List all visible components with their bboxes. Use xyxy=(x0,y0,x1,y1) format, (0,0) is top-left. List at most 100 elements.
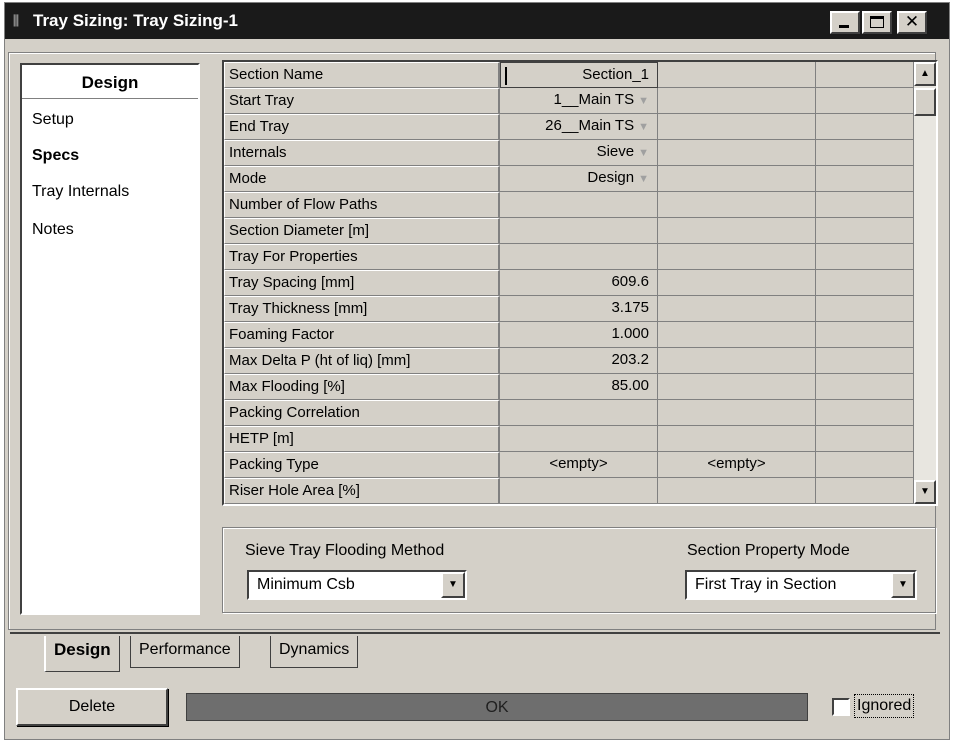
section-3-cell[interactable] xyxy=(816,166,914,192)
table-row: Max Flooding [%] 85.00 xyxy=(224,374,914,400)
property-mode-label: Section Property Mode xyxy=(687,542,850,559)
section-1-cell[interactable]: 1__Main TS ▼ xyxy=(500,88,658,114)
section-2-cell[interactable] xyxy=(658,140,816,166)
section-2-cell[interactable] xyxy=(658,348,816,374)
row-label: Tray For Properties xyxy=(224,244,500,270)
section-3-cell[interactable] xyxy=(816,426,914,452)
section-1-cell[interactable]: 1.000 xyxy=(500,322,658,348)
section-2-cell[interactable] xyxy=(658,426,816,452)
flooding-method-select[interactable]: Minimum Csb ▼ xyxy=(247,570,467,600)
chevron-down-icon[interactable]: ▼ xyxy=(441,572,465,598)
row-label: Section Diameter [m] xyxy=(224,218,500,244)
nav-item-tray-internals[interactable]: Tray Internals xyxy=(32,183,129,201)
section-1-cell[interactable] xyxy=(500,426,658,452)
section-3-cell[interactable] xyxy=(816,62,914,88)
section-1-cell[interactable]: 85.00 xyxy=(500,374,658,400)
nav-heading: Design xyxy=(22,65,198,99)
section-2-cell[interactable] xyxy=(658,296,816,322)
section-2-cell[interactable] xyxy=(658,88,816,114)
row-label: Max Delta P (ht of liq) [mm] xyxy=(224,348,500,374)
section-2-cell[interactable] xyxy=(658,192,816,218)
table-row: Internals Sieve ▼ xyxy=(224,140,914,166)
section-3-cell[interactable] xyxy=(816,374,914,400)
section-1-cell[interactable]: <empty> xyxy=(500,452,658,478)
tab-dynamics[interactable]: Dynamics xyxy=(270,636,359,668)
close-button[interactable]: ✕ xyxy=(897,11,927,34)
minimize-button[interactable] xyxy=(830,11,860,34)
row-label: Mode xyxy=(224,166,500,192)
close-icon: ✕ xyxy=(904,12,920,32)
maximize-button[interactable] xyxy=(862,11,892,34)
nav-item-setup[interactable]: Setup xyxy=(32,111,74,129)
section-1-cell[interactable] xyxy=(500,400,658,426)
table-row: Tray Spacing [mm] 609.6 xyxy=(224,270,914,296)
section-2-cell[interactable] xyxy=(658,218,816,244)
delete-button[interactable]: Delete xyxy=(16,688,168,726)
chevron-down-icon[interactable]: ▼ xyxy=(638,147,649,159)
section-1-cell[interactable]: Sieve ▼ xyxy=(500,140,658,166)
title-bar[interactable]: ⫼ Tray Sizing: Tray Sizing-1 ✕ xyxy=(5,3,949,39)
chevron-down-icon[interactable]: ▼ xyxy=(638,121,649,133)
cell-value: 609.6 xyxy=(611,273,649,290)
maximize-icon xyxy=(870,16,884,28)
section-2-cell[interactable] xyxy=(658,322,816,348)
section-3-cell[interactable] xyxy=(816,218,914,244)
section-2-cell[interactable] xyxy=(658,374,816,400)
section-3-cell[interactable] xyxy=(816,348,914,374)
row-label: Section Name xyxy=(224,62,500,88)
section-3-cell[interactable] xyxy=(816,244,914,270)
section-1-cell[interactable] xyxy=(500,478,658,504)
cell-value: Section_1 xyxy=(582,66,649,83)
vertical-scrollbar[interactable]: ▲ ▼ xyxy=(914,62,936,504)
cell-value: 26__Main TS xyxy=(545,117,635,134)
tab-performance[interactable]: Performance xyxy=(130,636,240,668)
section-2-cell[interactable] xyxy=(658,62,816,88)
ignored-label[interactable]: Ignored xyxy=(854,694,915,718)
cell-value: Design xyxy=(587,169,635,186)
section-1-cell[interactable] xyxy=(500,244,658,270)
property-mode-select[interactable]: First Tray in Section ▼ xyxy=(685,570,917,600)
section-1-cell[interactable]: 609.6 xyxy=(500,270,658,296)
ignored-checkbox[interactable] xyxy=(832,698,850,716)
section-3-cell[interactable] xyxy=(816,400,914,426)
chevron-down-icon[interactable]: ▼ xyxy=(638,173,649,185)
section-1-cell[interactable]: Section_1 xyxy=(500,62,658,88)
section-2-cell[interactable] xyxy=(658,244,816,270)
section-1-cell[interactable]: Design ▼ xyxy=(500,166,658,192)
section-1-cell[interactable] xyxy=(500,218,658,244)
row-label: Riser Hole Area [%] xyxy=(224,478,500,504)
section-2-cell[interactable] xyxy=(658,400,816,426)
section-2-cell[interactable] xyxy=(658,478,816,504)
section-3-cell[interactable] xyxy=(816,296,914,322)
section-2-cell[interactable]: <empty> xyxy=(658,452,816,478)
cell-value: <empty> xyxy=(549,455,608,472)
scroll-up-button[interactable]: ▲ xyxy=(914,62,936,86)
nav-item-specs[interactable]: Specs xyxy=(32,147,79,165)
section-3-cell[interactable] xyxy=(816,88,914,114)
section-3-cell[interactable] xyxy=(816,322,914,348)
section-3-cell[interactable] xyxy=(816,452,914,478)
tab-design[interactable]: Design xyxy=(44,636,120,672)
section-3-cell[interactable] xyxy=(816,192,914,218)
section-1-cell[interactable]: 26__Main TS ▼ xyxy=(500,114,658,140)
chevron-down-icon[interactable]: ▼ xyxy=(891,572,915,598)
flooding-method-label: Sieve Tray Flooding Method xyxy=(245,542,445,559)
section-1-cell[interactable] xyxy=(500,192,658,218)
section-3-cell[interactable] xyxy=(816,140,914,166)
section-3-cell[interactable] xyxy=(816,270,914,296)
scroll-down-button[interactable]: ▼ xyxy=(914,480,936,504)
section-1-cell[interactable]: 3.175 xyxy=(500,296,658,322)
nav-item-notes[interactable]: Notes xyxy=(32,221,74,239)
section-3-cell[interactable] xyxy=(816,114,914,140)
table-row: Packing Correlation xyxy=(224,400,914,426)
section-2-cell[interactable] xyxy=(658,114,816,140)
section-1-cell[interactable]: 203.2 xyxy=(500,348,658,374)
chevron-down-icon[interactable]: ▼ xyxy=(638,95,649,107)
section-2-cell[interactable] xyxy=(658,270,816,296)
section-2-cell[interactable] xyxy=(658,166,816,192)
cell-value: 3.175 xyxy=(611,299,649,316)
table-row: Tray Thickness [mm] 3.175 xyxy=(224,296,914,322)
scroll-thumb[interactable] xyxy=(914,88,936,116)
table-row: Section Name Section_1 xyxy=(224,62,914,88)
section-3-cell[interactable] xyxy=(816,478,914,504)
